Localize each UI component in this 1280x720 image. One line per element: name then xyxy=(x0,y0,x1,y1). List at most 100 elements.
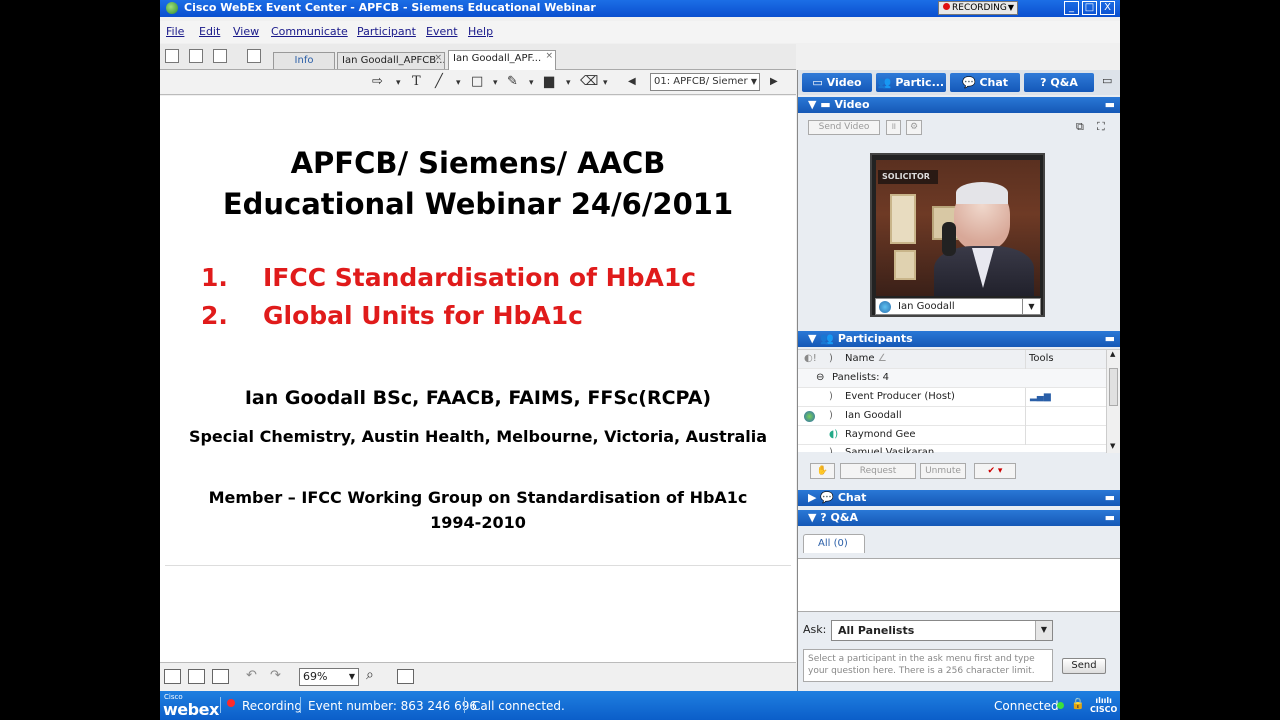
chat-header-label: Chat xyxy=(837,491,867,504)
chevron-down-icon[interactable]: ▾ xyxy=(566,78,571,88)
title-bar: Cisco WebEx Event Center - APFCB - Sieme… xyxy=(160,0,1120,17)
color-tool-icon[interactable]: ▆ xyxy=(544,74,554,89)
edit-document-icon[interactable] xyxy=(247,49,261,63)
minimize-panel-icon[interactable]: ▬ xyxy=(1105,97,1115,113)
slide-selector[interactable]: 01: APFCB/ Siemer ▼ xyxy=(650,73,760,91)
panelists-group[interactable]: ⊖ Panelists: 4 xyxy=(798,369,1106,388)
menu-communicate[interactable]: Communicate xyxy=(271,25,348,38)
pause-video-button[interactable]: ॥ xyxy=(886,120,901,135)
audio-icon: ) xyxy=(829,410,833,421)
tab-video[interactable]: ▭ Video xyxy=(802,73,872,92)
new-whiteboard-icon[interactable] xyxy=(189,49,203,63)
zoom-in-icon[interactable]: ⌕ xyxy=(366,667,374,683)
video-presenter-select[interactable]: Ian Goodall ▼ xyxy=(875,298,1041,315)
participants-icon: 👥 xyxy=(820,332,838,345)
rectangle-tool-icon[interactable]: □ xyxy=(471,74,483,89)
sync-display-icon[interactable] xyxy=(397,669,414,684)
zoom-select[interactable]: 69% ▼ xyxy=(299,668,359,686)
menu-view[interactable]: View xyxy=(233,25,259,38)
menu-edit[interactable]: Edit xyxy=(199,25,220,38)
tab-document-1[interactable]: Ian Goodall_APFCB... × xyxy=(337,52,445,69)
column-divider xyxy=(1025,350,1026,369)
previous-slide-icon[interactable]: ◀ xyxy=(628,76,636,87)
status-divider xyxy=(220,697,221,713)
line-tool-icon[interactable]: ╱ xyxy=(435,74,443,89)
maximize-button[interactable]: □ xyxy=(1082,1,1097,15)
status-divider xyxy=(464,697,465,713)
next-slide-icon[interactable]: ▶ xyxy=(770,76,778,87)
close-button[interactable]: X xyxy=(1100,1,1115,15)
slide-list-number: 2. xyxy=(201,301,228,330)
chevron-down-icon[interactable]: ▾ xyxy=(456,78,461,88)
chat-panel-header[interactable]: ▶ 💬 Chat ▬ xyxy=(798,490,1120,506)
minimize-panel-icon[interactable]: ▬ xyxy=(1105,331,1115,347)
text-tool-icon[interactable]: T xyxy=(412,74,421,89)
participants-panel-header[interactable]: ▼ 👥 Participants ▬ xyxy=(798,331,1120,347)
fullscreen-video-icon[interactable]: ⛶ xyxy=(1097,120,1105,134)
menu-help[interactable]: Help xyxy=(468,25,493,38)
request-button[interactable]: Request xyxy=(840,463,916,479)
menu-file[interactable]: File xyxy=(166,25,184,38)
document-tabs: Info Ian Goodall_APFCB... × Ian Goodall_A… xyxy=(160,44,796,70)
ask-recipient-select[interactable]: All Panelists ▼ xyxy=(831,620,1053,641)
pointer-arrow-icon[interactable]: ⇨ xyxy=(372,74,383,89)
slide-title-line-2: Educational Webinar 24/6/2011 xyxy=(222,187,734,221)
video-settings-button[interactable]: ⚙ xyxy=(906,120,922,135)
minimize-panel-icon[interactable]: ▬ xyxy=(1105,490,1115,506)
thumbnail-view-icon[interactable] xyxy=(188,669,205,684)
participant-row[interactable]: ) Ian Goodall xyxy=(798,407,1106,426)
scroll-up-icon[interactable]: ▲ xyxy=(1110,350,1115,358)
rotate-right-icon[interactable]: ↷ xyxy=(270,668,281,683)
split-view-icon[interactable] xyxy=(212,669,229,684)
participant-list-header: ◐! ) Name ∠ Tools xyxy=(798,350,1106,369)
minimize-panel-icon[interactable]: ▬ xyxy=(1105,510,1115,526)
raise-hand-button[interactable]: ✋ xyxy=(810,463,835,479)
participant-row[interactable]: ) Event Producer (Host) ▂▄▆ xyxy=(798,388,1106,407)
qa-tab-all[interactable]: All (0) xyxy=(803,534,865,553)
feedback-button[interactable]: ✔ ▾ xyxy=(974,463,1016,479)
unmute-button[interactable]: Unmute xyxy=(920,463,966,479)
status-divider xyxy=(300,697,301,713)
qa-panel-header[interactable]: ▼ ? Q&A ▬ xyxy=(798,510,1120,526)
eraser-tool-icon[interactable]: ⌫ xyxy=(580,74,598,89)
tab-chat[interactable]: 💬 Chat xyxy=(950,73,1020,92)
full-view-icon[interactable] xyxy=(164,669,181,684)
panel-options-icon[interactable]: ▭ xyxy=(1102,74,1112,87)
close-tab-icon[interactable]: × xyxy=(545,51,553,61)
video-panel-header[interactable]: ▼ ▬ Video ▬ xyxy=(798,97,1120,113)
send-question-button[interactable]: Send xyxy=(1062,658,1106,674)
tab-qa[interactable]: ? Q&A xyxy=(1024,73,1094,92)
minimize-button[interactable]: _ xyxy=(1064,1,1079,15)
send-video-button[interactable]: Send Video xyxy=(808,120,880,135)
qa-tab-icon: ? xyxy=(1040,76,1051,89)
chevron-down-icon[interactable]: ▾ xyxy=(493,78,498,88)
column-name[interactable]: Name ∠ xyxy=(845,350,887,368)
connection-status: Connected xyxy=(994,699,1059,713)
new-document-icon[interactable] xyxy=(165,49,179,63)
close-tab-icon[interactable]: × xyxy=(434,53,442,63)
scroll-down-icon[interactable]: ▼ xyxy=(1110,442,1115,450)
menu-participant[interactable]: Participant xyxy=(357,25,416,38)
participant-list-scrollbar[interactable]: ▲ ▼ xyxy=(1106,350,1120,453)
menu-event[interactable]: Event xyxy=(426,25,458,38)
ask-recipient-value: All Panelists xyxy=(838,624,915,637)
tab-participants[interactable]: 👥 Partic... xyxy=(876,73,946,92)
rotate-left-icon[interactable]: ↶ xyxy=(246,668,257,683)
chevron-down-icon[interactable]: ▾ xyxy=(396,78,401,88)
chevron-down-icon[interactable]: ▾ xyxy=(529,78,534,88)
column-tools[interactable]: Tools xyxy=(1029,350,1054,368)
tab-document-2[interactable]: Ian Goodall_APF... × xyxy=(448,50,556,70)
share-screen-icon[interactable] xyxy=(213,49,227,63)
chevron-down-icon[interactable]: ▾ xyxy=(603,78,608,88)
question-input[interactable]: Select a participant in the ask menu fir… xyxy=(803,649,1053,682)
participant-row[interactable]: ◖) Raymond Gee xyxy=(798,426,1106,445)
signal-strength-icon: ▂▄▆ xyxy=(1030,392,1051,402)
scroll-thumb[interactable] xyxy=(1109,368,1118,406)
pen-tool-icon[interactable]: ✎ xyxy=(507,74,518,89)
popout-video-icon[interactable]: ⧉ xyxy=(1076,120,1084,134)
tab-participants-label: Partic... xyxy=(895,76,945,89)
expand-icon: ▶ xyxy=(808,491,821,504)
participant-row[interactable]: ) Samuel Vasikaran xyxy=(798,445,1106,453)
tab-info[interactable]: Info xyxy=(273,52,335,69)
recording-indicator[interactable]: RECORDING ▼ xyxy=(938,1,1018,15)
